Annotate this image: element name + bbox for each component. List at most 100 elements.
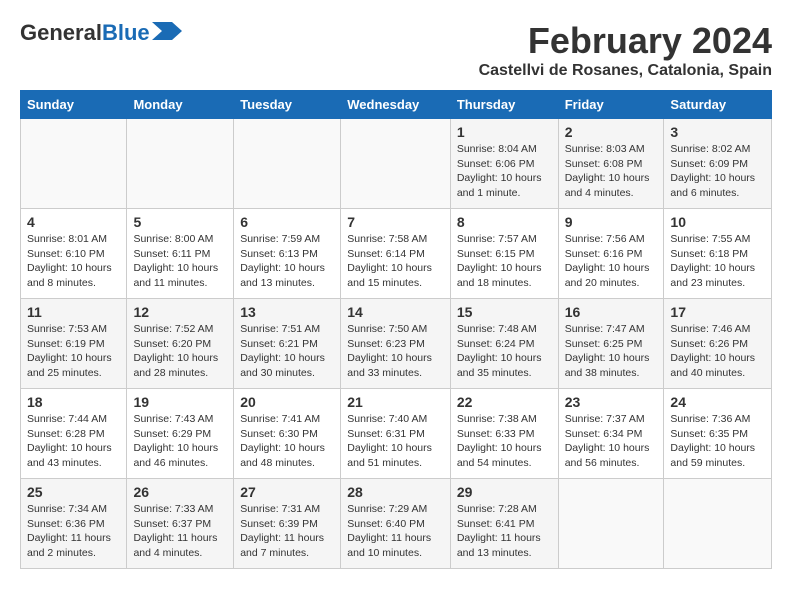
day-info: Sunrise: 8:02 AM Sunset: 6:09 PM Dayligh… <box>670 142 765 201</box>
calendar-cell <box>341 119 451 209</box>
calendar-cell <box>127 119 234 209</box>
day-info: Sunrise: 7:53 AM Sunset: 6:19 PM Dayligh… <box>27 322 120 381</box>
calendar-cell: 6Sunrise: 7:59 AM Sunset: 6:13 PM Daylig… <box>234 209 341 299</box>
day-number: 10 <box>670 214 765 230</box>
day-info: Sunrise: 7:52 AM Sunset: 6:20 PM Dayligh… <box>133 322 227 381</box>
calendar-cell: 26Sunrise: 7:33 AM Sunset: 6:37 PM Dayli… <box>127 479 234 569</box>
day-info: Sunrise: 8:01 AM Sunset: 6:10 PM Dayligh… <box>27 232 120 291</box>
calendar-cell: 17 Sunrise: 7:46 AM Sunset: 6:26 PM Dayli… <box>664 299 772 389</box>
calendar-cell: 13Sunrise: 7:51 AM Sunset: 6:21 PM Dayli… <box>234 299 341 389</box>
calendar-week-row: 1 Sunrise: 8:04 AM Sunset: 6:06 PM Daylig… <box>21 119 772 209</box>
day-info: Sunrise: 7:41 AM Sunset: 6:30 PM Dayligh… <box>240 412 334 471</box>
day-number: 21 <box>347 394 444 410</box>
calendar-week-row: 4 Sunrise: 8:01 AM Sunset: 6:10 PM Daylig… <box>21 209 772 299</box>
day-info: Sunrise: 7:57 AM Sunset: 6:15 PM Dayligh… <box>457 232 552 291</box>
logo-blue: Blue <box>102 20 150 46</box>
calendar-cell: 11 Sunrise: 7:53 AM Sunset: 6:19 PM Dayli… <box>21 299 127 389</box>
calendar-cell: 22 Sunrise: 7:38 AM Sunset: 6:33 PM Dayli… <box>450 389 558 479</box>
calendar-cell: 2 Sunrise: 8:03 AM Sunset: 6:08 PM Daylig… <box>558 119 664 209</box>
day-number: 1 <box>457 124 552 140</box>
day-info: Sunrise: 7:34 AM Sunset: 6:36 PM Dayligh… <box>27 502 120 561</box>
day-number: 26 <box>133 484 227 500</box>
weekday-header-monday: Monday <box>127 91 234 119</box>
calendar-cell: 7 Sunrise: 7:58 AM Sunset: 6:14 PM Daylig… <box>341 209 451 299</box>
calendar-cell: 8 Sunrise: 7:57 AM Sunset: 6:15 PM Daylig… <box>450 209 558 299</box>
header: General Blue February 2024 Castellvi de … <box>20 20 772 80</box>
day-number: 9 <box>565 214 658 230</box>
day-number: 22 <box>457 394 552 410</box>
day-info: Sunrise: 7:56 AM Sunset: 6:16 PM Dayligh… <box>565 232 658 291</box>
calendar-cell: 16 Sunrise: 7:47 AM Sunset: 6:25 PM Dayli… <box>558 299 664 389</box>
calendar-cell: 23 Sunrise: 7:37 AM Sunset: 6:34 PM Dayli… <box>558 389 664 479</box>
calendar-cell: 4 Sunrise: 8:01 AM Sunset: 6:10 PM Daylig… <box>21 209 127 299</box>
day-number: 17 <box>670 304 765 320</box>
day-number: 3 <box>670 124 765 140</box>
day-info: Sunrise: 7:47 AM Sunset: 6:25 PM Dayligh… <box>565 322 658 381</box>
day-info: Sunrise: 7:36 AM Sunset: 6:35 PM Dayligh… <box>670 412 765 471</box>
calendar-cell: 3 Sunrise: 8:02 AM Sunset: 6:09 PM Daylig… <box>664 119 772 209</box>
day-info: Sunrise: 7:44 AM Sunset: 6:28 PM Dayligh… <box>27 412 120 471</box>
day-info: Sunrise: 7:38 AM Sunset: 6:33 PM Dayligh… <box>457 412 552 471</box>
weekday-header-sunday: Sunday <box>21 91 127 119</box>
weekday-header-wednesday: Wednesday <box>341 91 451 119</box>
day-number: 18 <box>27 394 120 410</box>
calendar-cell: 12 Sunrise: 7:52 AM Sunset: 6:20 PM Dayli… <box>127 299 234 389</box>
calendar-cell <box>558 479 664 569</box>
day-info: Sunrise: 8:03 AM Sunset: 6:08 PM Dayligh… <box>565 142 658 201</box>
day-info: Sunrise: 7:50 AM Sunset: 6:23 PM Dayligh… <box>347 322 444 381</box>
day-number: 23 <box>565 394 658 410</box>
day-info: Sunrise: 7:43 AM Sunset: 6:29 PM Dayligh… <box>133 412 227 471</box>
day-info: Sunrise: 7:29 AM Sunset: 6:40 PM Dayligh… <box>347 502 444 561</box>
month-year: February 2024 <box>479 20 772 62</box>
day-number: 2 <box>565 124 658 140</box>
day-number: 28 <box>347 484 444 500</box>
calendar-cell: 9 Sunrise: 7:56 AM Sunset: 6:16 PM Daylig… <box>558 209 664 299</box>
calendar-table: SundayMondayTuesdayWednesdayThursdayFrid… <box>20 90 772 569</box>
day-info: Sunrise: 7:59 AM Sunset: 6:13 PM Dayligh… <box>240 232 334 291</box>
day-info: Sunrise: 7:51 AM Sunset: 6:21 PM Dayligh… <box>240 322 334 381</box>
day-info: Sunrise: 7:55 AM Sunset: 6:18 PM Dayligh… <box>670 232 765 291</box>
calendar-cell: 5 Sunrise: 8:00 AM Sunset: 6:11 PM Daylig… <box>127 209 234 299</box>
calendar-week-row: 18 Sunrise: 7:44 AM Sunset: 6:28 PM Dayli… <box>21 389 772 479</box>
calendar-cell: 20 Sunrise: 7:41 AM Sunset: 6:30 PM Dayli… <box>234 389 341 479</box>
calendar-week-row: 11 Sunrise: 7:53 AM Sunset: 6:19 PM Dayli… <box>21 299 772 389</box>
day-number: 11 <box>27 304 120 320</box>
day-number: 8 <box>457 214 552 230</box>
logo-general: General <box>20 20 102 46</box>
day-number: 29 <box>457 484 552 500</box>
day-info: Sunrise: 7:40 AM Sunset: 6:31 PM Dayligh… <box>347 412 444 471</box>
day-number: 5 <box>133 214 227 230</box>
calendar-cell: 15 Sunrise: 7:48 AM Sunset: 6:24 PM Dayli… <box>450 299 558 389</box>
day-number: 4 <box>27 214 120 230</box>
day-number: 14 <box>347 304 444 320</box>
day-info: Sunrise: 7:31 AM Sunset: 6:39 PM Dayligh… <box>240 502 334 561</box>
day-number: 16 <box>565 304 658 320</box>
day-info: Sunrise: 8:00 AM Sunset: 6:11 PM Dayligh… <box>133 232 227 291</box>
day-number: 24 <box>670 394 765 410</box>
day-number: 20 <box>240 394 334 410</box>
calendar-cell: 29 Sunrise: 7:28 AM Sunset: 6:41 PM Dayli… <box>450 479 558 569</box>
day-info: Sunrise: 8:04 AM Sunset: 6:06 PM Dayligh… <box>457 142 552 201</box>
calendar-cell: 18 Sunrise: 7:44 AM Sunset: 6:28 PM Dayli… <box>21 389 127 479</box>
logo: General Blue <box>20 20 182 46</box>
day-info: Sunrise: 7:48 AM Sunset: 6:24 PM Dayligh… <box>457 322 552 381</box>
day-info: Sunrise: 7:46 AM Sunset: 6:26 PM Dayligh… <box>670 322 765 381</box>
day-number: 12 <box>133 304 227 320</box>
day-number: 15 <box>457 304 552 320</box>
location: Castellvi de Rosanes, Catalonia, Spain <box>479 62 772 80</box>
day-info: Sunrise: 7:28 AM Sunset: 6:41 PM Dayligh… <box>457 502 552 561</box>
day-number: 19 <box>133 394 227 410</box>
calendar-cell: 14 Sunrise: 7:50 AM Sunset: 6:23 PM Dayli… <box>341 299 451 389</box>
day-number: 25 <box>27 484 120 500</box>
weekday-header-row: SundayMondayTuesdayWednesdayThursdayFrid… <box>21 91 772 119</box>
day-info: Sunrise: 7:37 AM Sunset: 6:34 PM Dayligh… <box>565 412 658 471</box>
calendar-cell: 24 Sunrise: 7:36 AM Sunset: 6:35 PM Dayli… <box>664 389 772 479</box>
calendar-cell: 10 Sunrise: 7:55 AM Sunset: 6:18 PM Dayli… <box>664 209 772 299</box>
day-info: Sunrise: 7:58 AM Sunset: 6:14 PM Dayligh… <box>347 232 444 291</box>
calendar-cell: 19 Sunrise: 7:43 AM Sunset: 6:29 PM Dayli… <box>127 389 234 479</box>
logo-arrow-icon <box>152 22 182 40</box>
calendar-cell: 21 Sunrise: 7:40 AM Sunset: 6:31 PM Dayli… <box>341 389 451 479</box>
weekday-header-tuesday: Tuesday <box>234 91 341 119</box>
day-number: 7 <box>347 214 444 230</box>
calendar-cell: 1 Sunrise: 8:04 AM Sunset: 6:06 PM Daylig… <box>450 119 558 209</box>
